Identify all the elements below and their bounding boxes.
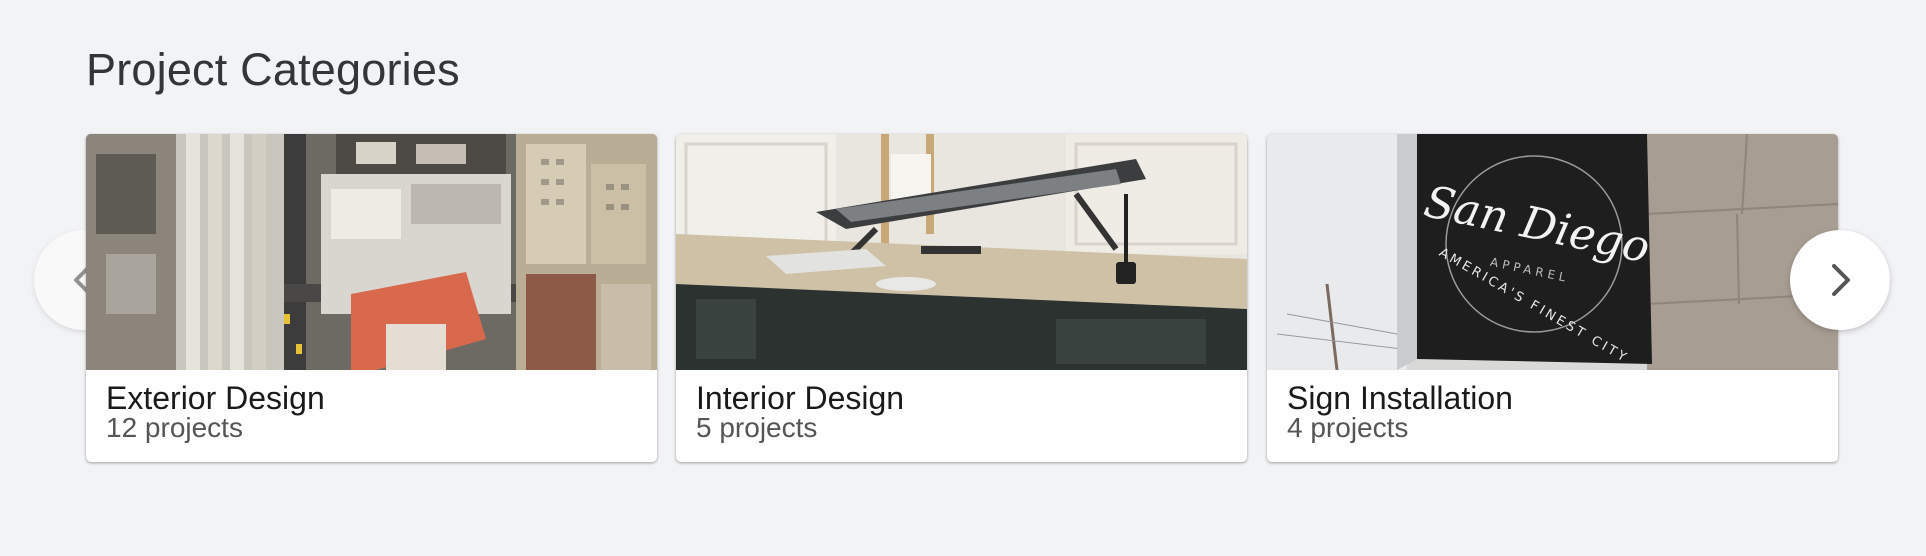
desk-tablet-photo xyxy=(676,134,1247,370)
city-aerial-photo xyxy=(86,134,657,370)
card-project-count: 12 projects xyxy=(106,412,243,443)
card-title: Interior Design xyxy=(696,380,905,416)
card-project-count: 4 projects xyxy=(1287,412,1409,443)
card-title: Exterior Design xyxy=(106,380,325,416)
card-title: Sign Installation xyxy=(1287,380,1513,416)
category-card-interior-design[interactable]: Interior Design 5 projects xyxy=(676,134,1247,462)
card-project-count: 5 projects xyxy=(696,412,818,443)
chevron-right-icon xyxy=(1832,264,1850,296)
category-card-sign-installation[interactable]: San Diego APPAREL AMERICA'S FINEST CITY … xyxy=(1267,134,1838,462)
category-card-exterior-design[interactable]: Exterior Design 12 projects xyxy=(86,134,657,462)
page-title: Project Categories xyxy=(86,44,460,95)
category-carousel: Exterior Design 12 projects Interior Des… xyxy=(86,134,1842,463)
carousel-next-button[interactable] xyxy=(1790,230,1890,330)
san-diego-sign-photo: San Diego APPAREL AMERICA'S FINEST CITY xyxy=(1267,134,1838,370)
